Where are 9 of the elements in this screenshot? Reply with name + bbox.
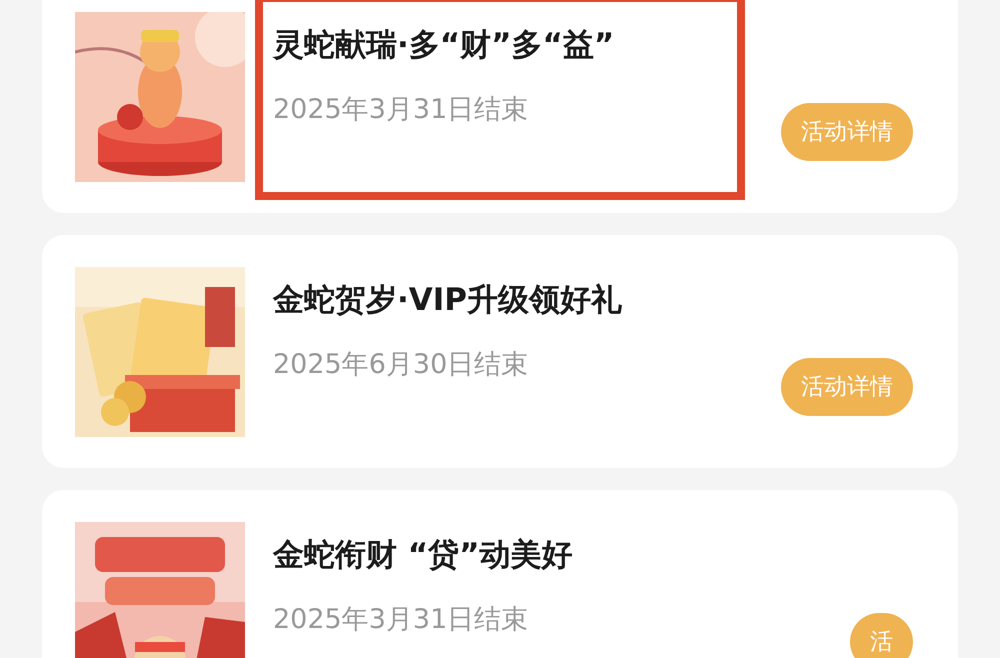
details-button[interactable]: 活动详情 — [781, 358, 913, 416]
activity-title: 金蛇衔财 “贷”动美好 — [273, 536, 574, 574]
details-button[interactable]: 活 — [850, 612, 913, 658]
end-date: 2025年3月31日结束 — [273, 92, 530, 126]
activity-title: 金蛇贺岁·VIP升级领好礼 — [273, 280, 624, 320]
end-date: 2025年6月30日结束 — [273, 348, 530, 382]
end-date: 2025年3月31日结束 — [273, 602, 530, 636]
details-button[interactable]: 活动详情 — [781, 102, 913, 160]
activity-title: 灵蛇献瑞·多“财”多“益” — [273, 26, 616, 64]
